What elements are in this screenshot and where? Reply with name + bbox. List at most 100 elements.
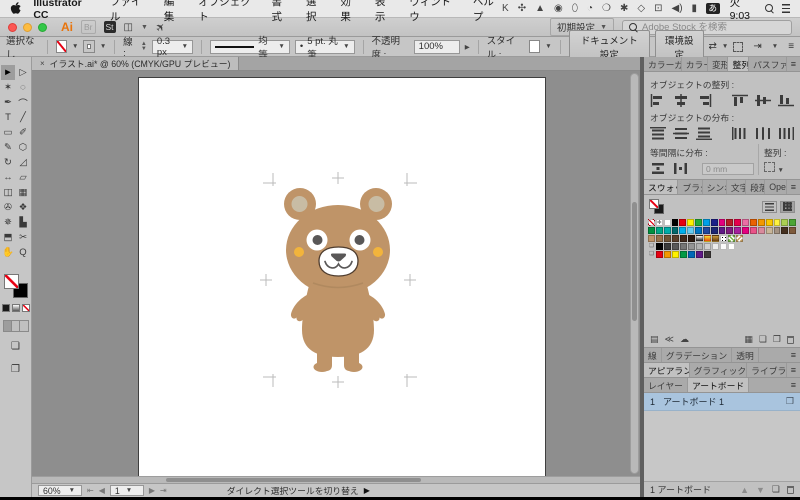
- eyedropper-tool[interactable]: ✇: [1, 200, 15, 215]
- fill-color-swatch[interactable]: [3, 274, 19, 289]
- list-view-button[interactable]: [762, 200, 777, 213]
- rotate-tool[interactable]: ↻: [1, 155, 15, 170]
- swatch[interactable]: [696, 251, 703, 258]
- hand-tool[interactable]: ✋: [1, 245, 15, 260]
- paintbrush-tool[interactable]: ✐: [16, 125, 30, 140]
- swatch[interactable]: [728, 243, 735, 250]
- swatch[interactable]: [781, 227, 789, 234]
- screen-mode-button[interactable]: ❏: [11, 341, 20, 352]
- line-segment-tool[interactable]: ╱: [16, 110, 30, 125]
- draw-behind-mode[interactable]: [11, 321, 20, 331]
- swatch-libraries-icon[interactable]: ▤: [650, 334, 659, 345]
- tab-align-3[interactable]: 整列: [728, 57, 749, 71]
- horizontal-scrollbar-thumb[interactable]: [165, 478, 422, 482]
- opacity-field[interactable]: 100%: [413, 39, 460, 54]
- align-v-middle-icon[interactable]: [755, 94, 771, 107]
- clock-icon[interactable]: ◔: [587, 3, 593, 14]
- keyboard-app-icon[interactable]: K: [502, 3, 509, 14]
- swatch[interactable]: [726, 219, 734, 226]
- tab-layers-1[interactable]: アートボード: [687, 378, 750, 392]
- first-artboard-icon[interactable]: ⇤: [87, 486, 94, 495]
- menu-item-3[interactable]: オブジェクト: [198, 0, 256, 24]
- menu-item-0[interactable]: Illustrator CC: [33, 0, 95, 21]
- swatch[interactable]: [656, 251, 663, 258]
- swatch[interactable]: [648, 227, 655, 234]
- swatch[interactable]: [680, 251, 687, 258]
- edit-toolbar-icon[interactable]: ❐: [11, 364, 20, 375]
- drive-icon[interactable]: ▲: [535, 3, 545, 14]
- swatch[interactable]: [734, 227, 742, 234]
- swatch[interactable]: [688, 243, 695, 250]
- arrange-documents-icon[interactable]: ◫: [124, 22, 133, 33]
- drawing-modes-control[interactable]: [2, 320, 29, 332]
- minimize-window-button[interactable]: [23, 22, 32, 32]
- magic-wand-tool[interactable]: ✶: [1, 80, 15, 95]
- tab-align-2[interactable]: 変形: [708, 57, 729, 71]
- tab-layers-0[interactable]: レイヤー: [644, 378, 688, 392]
- swatch-gradient[interactable]: [696, 235, 703, 242]
- free-transform-tool[interactable]: ▱: [16, 170, 30, 185]
- align-h-center-icon[interactable]: [673, 94, 689, 107]
- swatch[interactable]: [702, 227, 710, 234]
- swatch[interactable]: [757, 219, 765, 226]
- swatch[interactable]: [789, 227, 797, 234]
- swatches-fill-stroke-proxy[interactable]: [649, 199, 664, 214]
- swatch[interactable]: [656, 243, 663, 250]
- swatch[interactable]: [679, 227, 687, 234]
- control-bar-menu-icon[interactable]: ≡: [788, 41, 794, 52]
- tab-stroke-1[interactable]: グラデーション: [662, 348, 733, 362]
- menu-item-5[interactable]: 選択: [306, 0, 325, 24]
- next-artboard-icon[interactable]: ▶: [149, 486, 155, 495]
- menu-item-9[interactable]: ヘルプ: [473, 0, 502, 24]
- pencil-tool[interactable]: ✎: [1, 140, 15, 155]
- distribute-d-h-right-icon[interactable]: [778, 127, 794, 140]
- perspective-grid-tool[interactable]: ◫: [1, 185, 15, 200]
- swatch[interactable]: [781, 219, 789, 226]
- artboard-list-row[interactable]: 1 アートボード 1 ❒: [644, 393, 800, 411]
- fill-stroke-widget[interactable]: [3, 274, 28, 298]
- swatch[interactable]: [664, 251, 671, 258]
- swatch[interactable]: [655, 227, 663, 234]
- mesh-tool[interactable]: ▦: [16, 185, 30, 200]
- artboard-nav-field[interactable]: 1 ▼: [109, 485, 144, 496]
- tab-stroke-0[interactable]: 線: [644, 348, 662, 362]
- swatch[interactable]: [702, 219, 710, 226]
- menu-item-7[interactable]: 表示: [375, 0, 394, 24]
- tab-swatch-2[interactable]: シンボ: [703, 180, 727, 194]
- brush-field[interactable]: • 5 pt. 丸筆 ▼: [294, 36, 355, 61]
- delete-swatch-icon[interactable]: [787, 335, 794, 344]
- diamond-icon[interactable]: ◇: [637, 3, 645, 14]
- fill-swatch[interactable]: [55, 40, 67, 53]
- menu-item-4[interactable]: 書式: [272, 0, 291, 24]
- swatch[interactable]: [720, 243, 727, 250]
- none-button[interactable]: [21, 304, 30, 312]
- swatch[interactable]: [656, 235, 663, 242]
- swatch[interactable]: [734, 219, 742, 226]
- new-artboard-icon[interactable]: ❏: [772, 484, 780, 495]
- graph-tool[interactable]: ▙: [16, 215, 30, 230]
- chat-icon[interactable]: ❍: [602, 3, 611, 14]
- swatch-group-folder[interactable]: ❏: [648, 251, 655, 258]
- swatch[interactable]: [695, 219, 702, 226]
- swatch[interactable]: [672, 243, 679, 250]
- selection-indicator-icon[interactable]: [733, 41, 744, 52]
- swatch[interactable]: [718, 227, 726, 234]
- swatch[interactable]: [749, 227, 757, 234]
- flyout-arrow-icon[interactable]: ▶: [465, 43, 470, 51]
- close-window-button[interactable]: [8, 22, 17, 32]
- tab-swatch-0[interactable]: スウォッチ: [644, 180, 679, 194]
- swatch[interactable]: [688, 251, 695, 258]
- distribute-d-h-mid-icon[interactable]: [755, 127, 771, 140]
- menu-item-6[interactable]: 効果: [340, 0, 359, 24]
- swatch[interactable]: [757, 227, 765, 234]
- swatch[interactable]: [718, 219, 726, 226]
- menu-item-2[interactable]: 編集: [164, 0, 183, 24]
- swatch[interactable]: [695, 227, 702, 234]
- notification-center-icon[interactable]: [781, 4, 790, 13]
- bluetooth-icon[interactable]: ✱: [620, 3, 628, 14]
- stroke-weight-field[interactable]: 0.3 px ▼: [151, 36, 194, 58]
- airplay-icon[interactable]: ⊡: [654, 3, 662, 14]
- artboard-page-icon[interactable]: ❒: [786, 396, 794, 407]
- style-swatch[interactable]: [528, 40, 541, 53]
- spacing-value-input[interactable]: [702, 162, 754, 175]
